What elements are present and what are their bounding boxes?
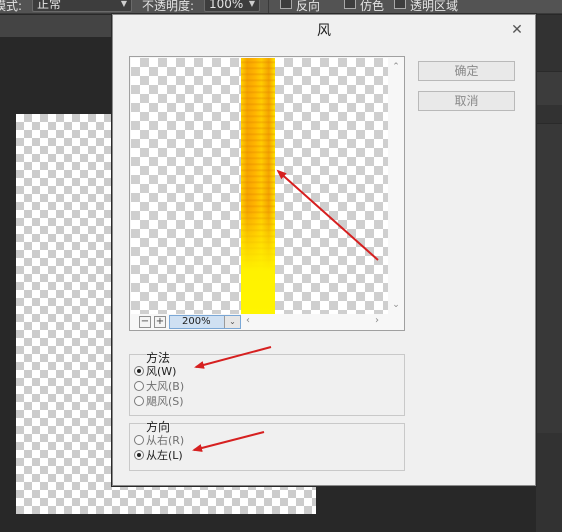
- wind-effect-strip: [241, 58, 275, 314]
- opacity-label: 不透明度:: [142, 0, 195, 13]
- wind-filter-dialog: 风 ✕ ⌃ ⌄ − + 200% ⌄ ‹ › 确定 取消 方法 风(W) 大风(…: [112, 14, 536, 486]
- reverse-checkbox[interactable]: [280, 0, 292, 9]
- method-option-blast[interactable]: 大风(B): [134, 380, 184, 395]
- method-option-stagger[interactable]: 飓风(S): [134, 395, 184, 410]
- direction-group: 方向 从右(R) 从左(L): [129, 418, 405, 471]
- direction-legend: 方向: [146, 418, 171, 435]
- vertical-scrollbar[interactable]: ⌃ ⌄: [389, 58, 404, 314]
- method-option-wind[interactable]: 风(W): [134, 365, 176, 380]
- direction-option-label: 从左(L): [146, 449, 183, 462]
- right-panel: [536, 15, 562, 532]
- document-tab[interactable]: [0, 15, 112, 37]
- separator: [268, 0, 269, 13]
- dialog-title: 风: [317, 23, 331, 39]
- chevron-down-icon[interactable]: ⌄: [391, 300, 401, 310]
- reverse-label: 反向: [296, 0, 321, 13]
- preview-zoom-bar: − + 200% ⌄ ‹ ›: [131, 314, 404, 330]
- radio-icon[interactable]: [134, 381, 144, 391]
- radio-icon[interactable]: [134, 435, 144, 445]
- direction-option-right[interactable]: 从右(R): [134, 434, 184, 449]
- cancel-button[interactable]: 取消: [418, 91, 515, 111]
- transparency-label: 透明区域: [410, 0, 459, 13]
- method-option-label: 飓风(S): [146, 395, 184, 408]
- opacity-value: 100%: [209, 0, 244, 11]
- zoom-level-value: 200%: [182, 316, 211, 327]
- dither-checkbox[interactable]: [344, 0, 356, 9]
- preview-image[interactable]: [131, 58, 388, 314]
- chevron-down-icon: ▼: [248, 0, 255, 8]
- transparency-checkbox[interactable]: [394, 0, 406, 9]
- opacity-input[interactable]: 100% ▼: [204, 0, 260, 12]
- method-option-label: 大风(B): [146, 380, 185, 393]
- radio-icon[interactable]: [134, 396, 144, 406]
- options-bar: 模式: 正常 ▼ 不透明度: 100% ▼ 反向 仿色 透明区域: [0, 0, 562, 14]
- direction-option-label: 从右(R): [146, 434, 185, 447]
- mode-label: 模式:: [0, 0, 23, 13]
- chevron-up-icon[interactable]: ⌃: [391, 62, 401, 72]
- ok-button[interactable]: 确定: [418, 61, 515, 81]
- method-option-label: 风(W): [146, 365, 177, 378]
- chevron-down-icon[interactable]: ⌄: [224, 316, 240, 328]
- zoom-level-field[interactable]: 200% ⌄: [169, 315, 241, 329]
- close-icon[interactable]: ✕: [509, 23, 525, 39]
- zoom-in-button[interactable]: +: [154, 316, 166, 328]
- chevron-down-icon: ▼: [120, 0, 127, 8]
- radio-selected-icon[interactable]: [134, 450, 144, 460]
- method-group: 方法 风(W) 大风(B) 飓风(S): [129, 349, 405, 416]
- panel-section: [536, 71, 562, 105]
- mode-select[interactable]: 正常 ▼: [32, 0, 132, 12]
- radio-selected-icon[interactable]: [134, 366, 144, 376]
- mode-value: 正常: [37, 0, 62, 11]
- chevron-left-icon[interactable]: ‹: [246, 315, 256, 326]
- zoom-out-button[interactable]: −: [139, 316, 151, 328]
- chevron-right-icon[interactable]: ›: [375, 315, 385, 326]
- direction-option-left[interactable]: 从左(L): [134, 449, 183, 464]
- dither-label: 仿色: [360, 0, 385, 13]
- panel-section: [536, 123, 562, 433]
- filter-preview: ⌃ ⌄ − + 200% ⌄ ‹ ›: [129, 56, 405, 331]
- method-legend: 方法: [146, 349, 171, 366]
